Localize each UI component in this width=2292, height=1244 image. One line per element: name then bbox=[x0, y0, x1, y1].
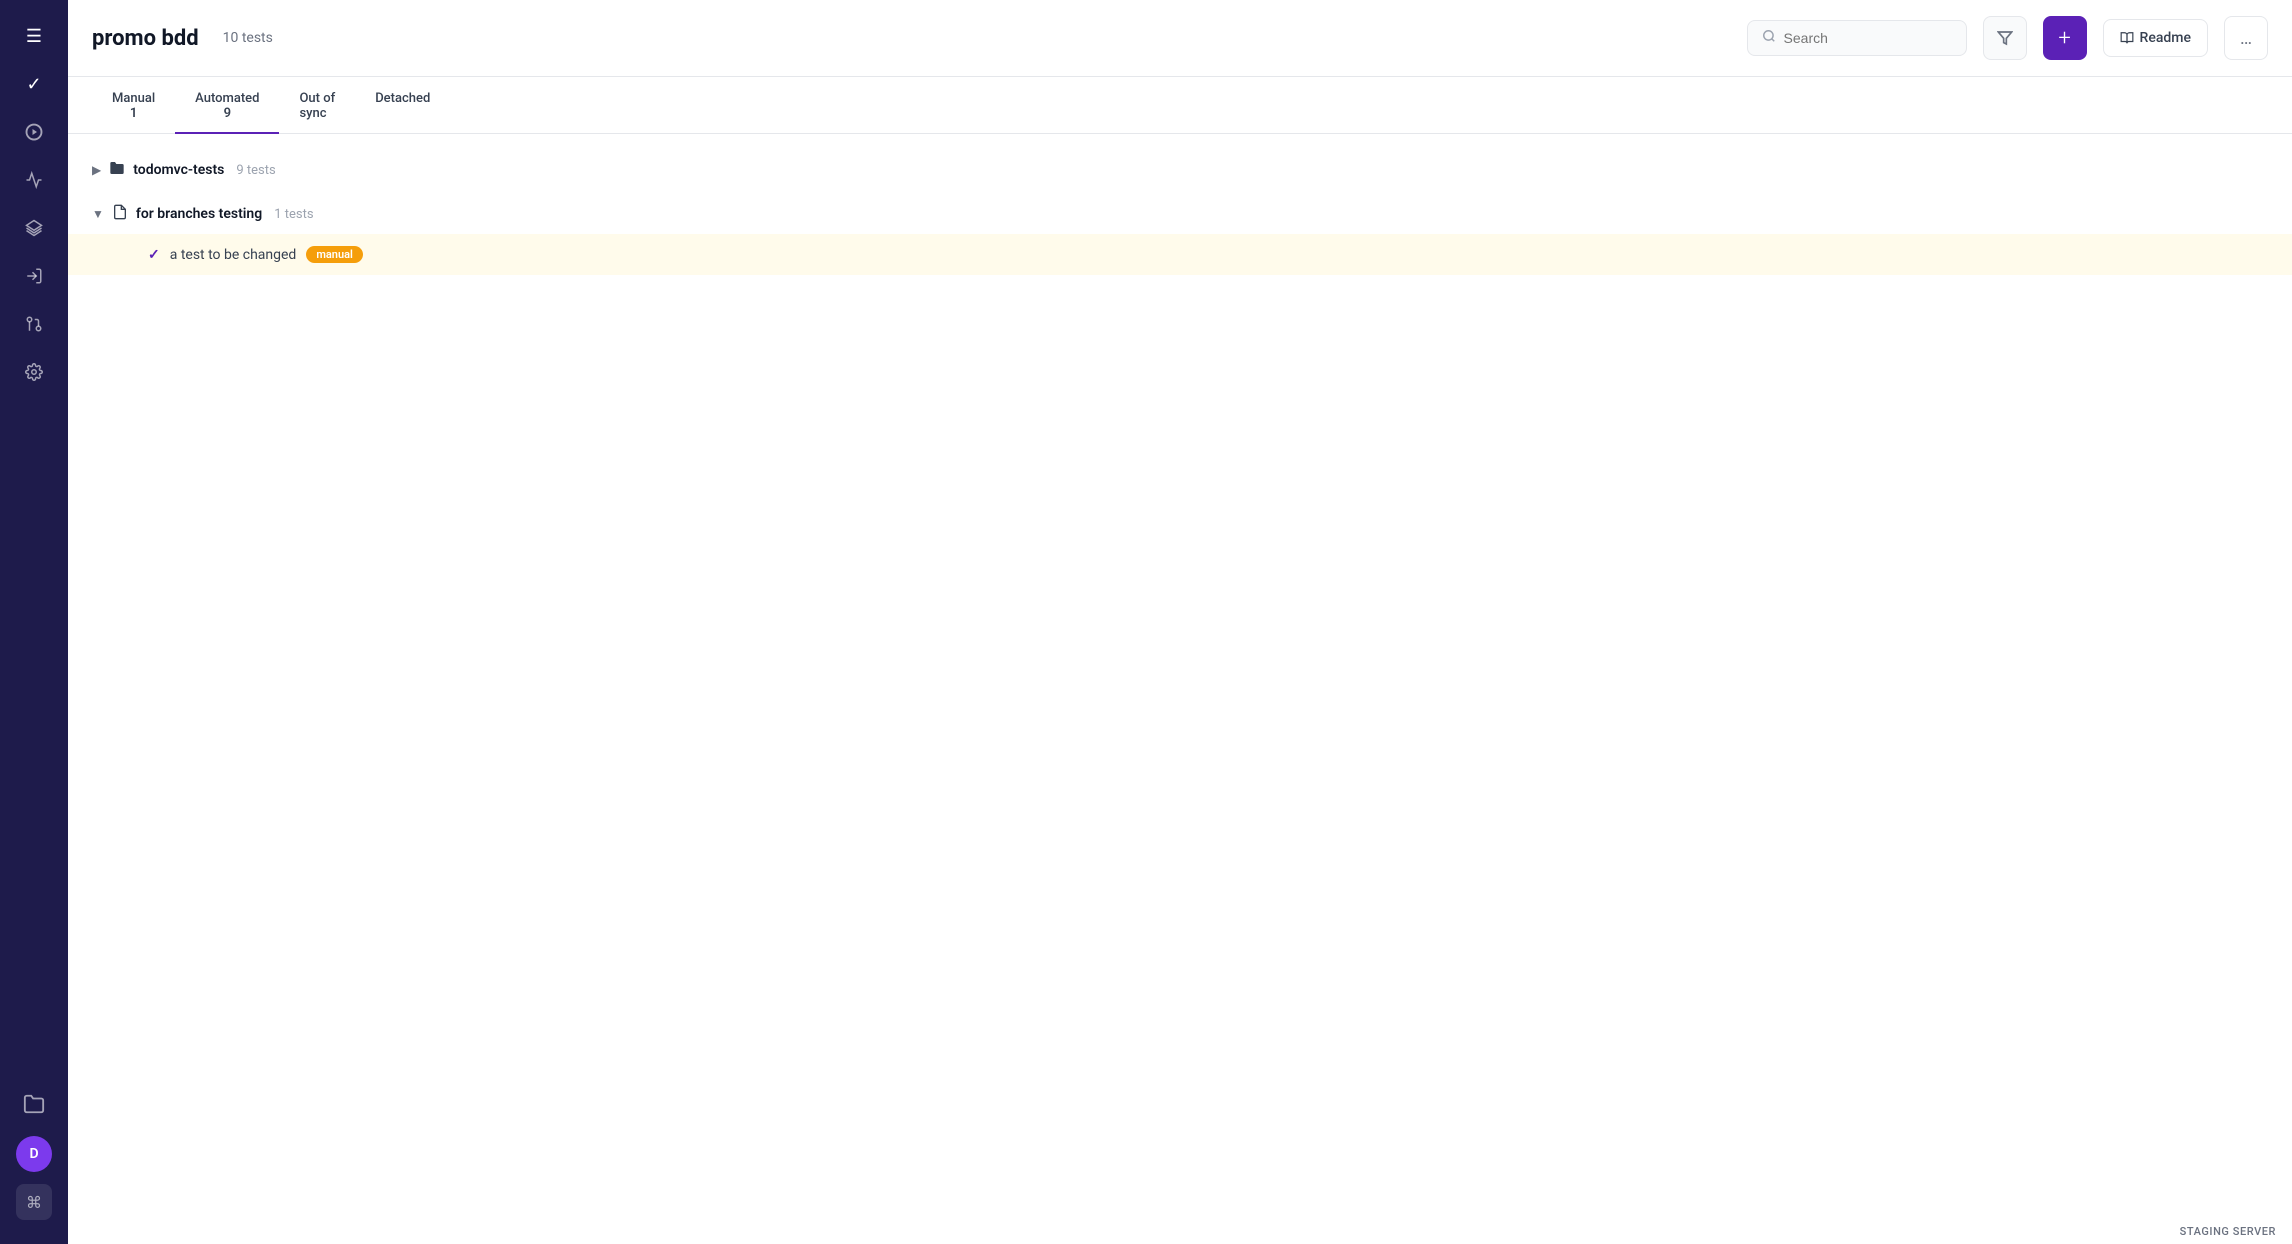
folder-icon bbox=[109, 160, 125, 180]
chevron-down-icon: ▼ bbox=[92, 207, 104, 221]
chevron-right-icon: ▶ bbox=[92, 163, 101, 177]
group-count-todomvc: 9 tests bbox=[236, 163, 275, 178]
status-bar: STAGING SERVER bbox=[2164, 1219, 2292, 1244]
tab-automated[interactable]: Automated 9 bbox=[175, 77, 279, 133]
layers-icon[interactable] bbox=[14, 208, 54, 248]
tabs-bar: Manual 1 Automated 9 Out ofsync Detached bbox=[68, 77, 2292, 134]
group-count-branches: 1 tests bbox=[274, 207, 313, 222]
group-todomvc: ▶ todomvc-tests 9 tests bbox=[68, 150, 2292, 190]
folders-icon[interactable] bbox=[14, 1084, 54, 1124]
play-icon[interactable] bbox=[14, 112, 54, 152]
tab-manual[interactable]: Manual 1 bbox=[92, 77, 175, 133]
filter-button[interactable] bbox=[1983, 16, 2027, 60]
test-name: a test to be changed bbox=[170, 247, 297, 263]
git-icon[interactable] bbox=[14, 304, 54, 344]
search-box[interactable] bbox=[1747, 20, 1967, 56]
readme-button[interactable]: Readme bbox=[2103, 19, 2208, 57]
main-content: promo bdd 10 tests + Readme … Manual 1 A… bbox=[68, 0, 2292, 1244]
group-header-todomvc[interactable]: ▶ todomvc-tests 9 tests bbox=[68, 150, 2292, 190]
readme-label: Readme bbox=[2140, 30, 2191, 46]
avatar[interactable]: D bbox=[16, 1136, 52, 1172]
test-count: 10 tests bbox=[223, 30, 273, 46]
group-name-branches: for branches testing bbox=[136, 206, 262, 222]
status-label: STAGING SERVER bbox=[2180, 1225, 2276, 1238]
doc-icon bbox=[112, 204, 128, 224]
sidebar: ☰ ✓ D ⌘ bbox=[0, 0, 68, 1244]
group-branches: ▼ for branches testing 1 tests ✓ a test … bbox=[68, 194, 2292, 275]
search-input[interactable] bbox=[1784, 30, 1952, 46]
report-icon[interactable] bbox=[14, 160, 54, 200]
test-check-icon: ✓ bbox=[148, 247, 160, 263]
more-button[interactable]: … bbox=[2224, 16, 2268, 60]
keyboard-shortcut-icon[interactable]: ⌘ bbox=[16, 1184, 52, 1220]
test-item[interactable]: ✓ a test to be changed manual bbox=[68, 234, 2292, 275]
menu-icon[interactable]: ☰ bbox=[14, 16, 54, 56]
login-icon[interactable] bbox=[14, 256, 54, 296]
settings-icon[interactable] bbox=[14, 352, 54, 392]
content-area: ▶ todomvc-tests 9 tests ▼ for branches t… bbox=[68, 134, 2292, 1244]
page-title: promo bdd bbox=[92, 26, 199, 51]
search-icon bbox=[1762, 29, 1776, 47]
manual-badge: manual bbox=[306, 246, 363, 263]
tab-out-of-sync[interactable]: Out ofsync bbox=[279, 77, 355, 133]
header: promo bdd 10 tests + Readme … bbox=[68, 0, 2292, 77]
check-icon[interactable]: ✓ bbox=[14, 64, 54, 104]
group-name-todomvc: todomvc-tests bbox=[133, 162, 224, 178]
group-header-branches[interactable]: ▼ for branches testing 1 tests bbox=[68, 194, 2292, 234]
add-button[interactable]: + bbox=[2043, 16, 2087, 60]
tab-detached[interactable]: Detached bbox=[355, 77, 450, 133]
